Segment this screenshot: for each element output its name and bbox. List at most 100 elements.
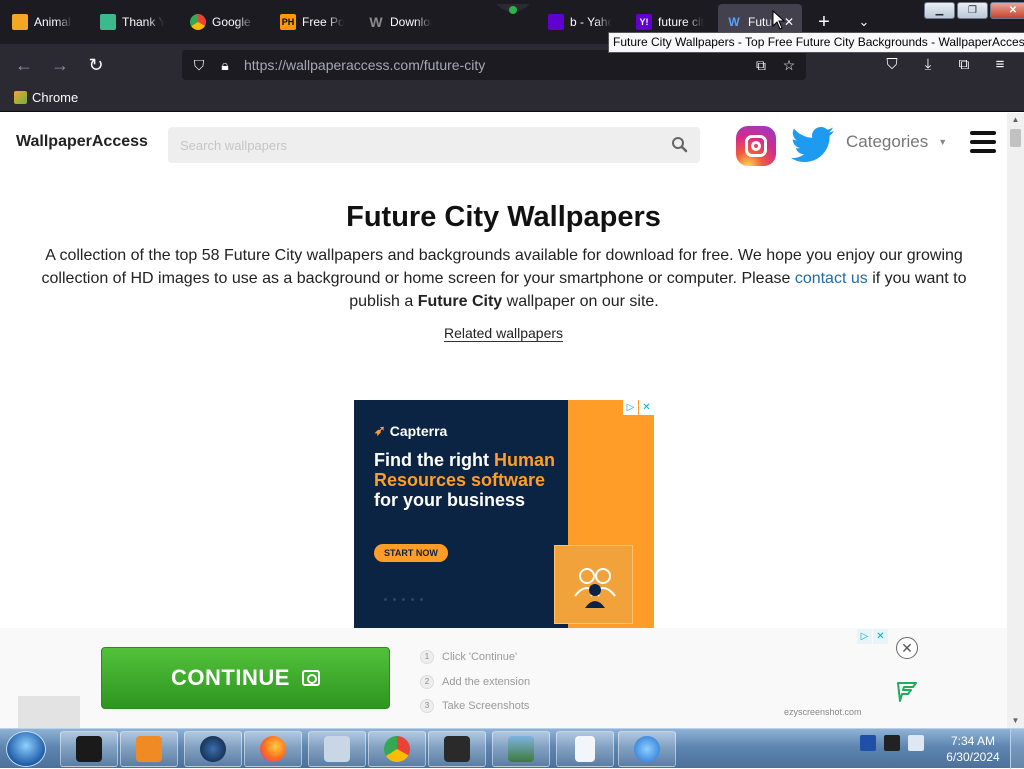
site-search-box[interactable] xyxy=(168,127,700,163)
bookmark-label: Chrome xyxy=(32,90,79,105)
bookmark-star-icon[interactable]: ☆ xyxy=(778,54,800,76)
tab-free[interactable]: PH Free Porn xyxy=(272,4,352,40)
lock-icon[interactable]: 🔒︎ xyxy=(214,54,236,76)
taskbar-app-3[interactable] xyxy=(184,731,242,767)
pocket-icon[interactable]: ⛉ xyxy=(880,53,904,77)
related-wallpapers-link[interactable]: Related wallpapers xyxy=(0,325,1007,342)
yahoo-favicon-icon: Y! xyxy=(636,14,652,30)
ad-choices-icon[interactable]: ▷ xyxy=(623,400,638,415)
ad-close-icon[interactable]: ✕ xyxy=(639,400,654,415)
tab-title: Thank You xyxy=(122,15,164,29)
system-clock[interactable]: 7:34 AM 6/30/2024 xyxy=(940,733,1006,765)
tab-animals[interactable]: Animals xyxy=(4,4,80,40)
continue-button[interactable]: CONTINUE xyxy=(101,647,390,709)
yahoo-favicon-icon xyxy=(548,14,564,30)
ad-start-now-button[interactable]: START NOW xyxy=(374,544,448,562)
taskbar-internet-explorer[interactable] xyxy=(618,731,676,767)
address-bar[interactable]: ⛉ 🔒︎ https://wallpaperaccess.com/future-… xyxy=(182,50,806,80)
url-host: https://wallpaperaccess.com xyxy=(244,57,420,73)
clock-time: 7:34 AM xyxy=(950,734,996,748)
ad-step-label: Click 'Continue' xyxy=(442,651,518,664)
back-arrow-icon[interactable]: ← xyxy=(12,53,36,77)
restore-button[interactable]: ❐ xyxy=(957,2,988,19)
hamburger-menu-icon[interactable] xyxy=(970,131,996,153)
scroll-down-arrow-icon[interactable]: ▼ xyxy=(1007,714,1024,728)
media-player-icon xyxy=(136,736,162,762)
system-tray xyxy=(860,735,924,751)
tab-download[interactable]: W Download xyxy=(360,4,440,40)
ad-steps: 1 Click 'Continue' 2 Add the extension 3 Ta… xyxy=(420,645,530,719)
intro-paragraph: A collection of the top 58 Future City w… xyxy=(34,244,974,313)
start-button[interactable] xyxy=(6,731,46,767)
ad-headline-text: for your business xyxy=(374,490,526,510)
taskbar-notepad[interactable] xyxy=(556,731,614,767)
close-ad-button[interactable]: ✕ xyxy=(896,637,918,659)
globe-icon xyxy=(200,736,226,762)
intro-text: wallpaper on our site. xyxy=(502,293,659,310)
related-label: Related wallpapers xyxy=(443,325,564,342)
search-icon[interactable] xyxy=(670,135,690,155)
tray-volume-icon[interactable] xyxy=(908,735,924,751)
instagram-icon[interactable] xyxy=(736,126,776,166)
taskbar-chrome[interactable] xyxy=(368,731,426,767)
firefox-icon xyxy=(260,736,286,762)
ad-dots xyxy=(384,598,423,601)
ad-step-label: Add the extension xyxy=(442,675,531,688)
url-text: https://wallpaperaccess.com/future-city xyxy=(244,57,485,73)
scroll-thumb[interactable] xyxy=(1010,129,1021,147)
tab-title: Download xyxy=(390,15,432,29)
tab-title: future city xyxy=(658,15,704,29)
ad-close-icon[interactable]: ✕ xyxy=(873,629,888,644)
ad-step: 2 Add the extension xyxy=(420,670,530,695)
reload-icon[interactable]: ↻ xyxy=(84,53,108,77)
sticky-bottom-ad[interactable]: CONTINUE 1 Click 'Continue' 2 Add the exte… xyxy=(0,628,1007,728)
new-tab-button[interactable]: + xyxy=(812,10,836,34)
tab-tooltip: Future City Wallpapers - Top Free Future… xyxy=(608,32,1024,53)
extensions-icon[interactable]: ⧉ xyxy=(952,53,976,77)
show-desktop-button[interactable] xyxy=(1010,729,1024,769)
taskbar-app-1[interactable] xyxy=(60,731,118,767)
taskbar-firefox[interactable] xyxy=(244,731,302,767)
taskbar-photos[interactable] xyxy=(492,731,550,767)
chrome-favicon-icon xyxy=(190,14,206,30)
twitter-icon[interactable] xyxy=(790,125,836,167)
list-tabs-chevron-icon[interactable]: ⌄ xyxy=(852,10,876,34)
forward-arrow-icon[interactable]: → xyxy=(48,53,72,77)
page-title: Future City Wallpapers xyxy=(346,201,661,233)
contact-us-link[interactable]: contact us xyxy=(795,270,868,287)
shield-icon[interactable]: ⛉ xyxy=(188,54,210,76)
categories-dropdown[interactable]: Categories ▼ xyxy=(846,132,947,152)
close-window-button[interactable]: ✕ xyxy=(990,2,1024,19)
taskbar-media-player[interactable] xyxy=(120,731,178,767)
taskbar-app-5[interactable] xyxy=(308,731,366,767)
app-icon xyxy=(76,736,102,762)
capterra-ad[interactable]: ▷ ✕ ➶ Capterra Find the right Human Reso… xyxy=(354,400,654,628)
ad-headline: Find the right Human Resources software … xyxy=(374,450,564,510)
internet-explorer-icon xyxy=(634,736,660,762)
tray-flag-icon[interactable] xyxy=(860,735,876,751)
ad-choices-icon[interactable]: ▷ xyxy=(857,629,872,644)
ad-choices[interactable]: ▷ ✕ xyxy=(623,400,654,415)
scroll-up-arrow-icon[interactable]: ▲ xyxy=(1007,113,1024,127)
intro-bold-text: Future City xyxy=(417,293,503,310)
bookmark-chrome[interactable]: Chrome xyxy=(14,90,78,105)
ad-side-panel xyxy=(18,696,80,728)
picture-in-picture-icon[interactable]: ⧉ xyxy=(750,54,772,76)
page-scrollbar[interactable]: ▲ ▼ xyxy=(1007,113,1024,728)
minimize-button[interactable]: ▁ xyxy=(924,2,955,19)
ad-brand-label: Capterra xyxy=(389,422,448,439)
site-logo[interactable]: WallpaperAccess xyxy=(16,133,148,151)
clock-date: 6/30/2024 xyxy=(946,750,1000,764)
menu-icon[interactable]: ≡ xyxy=(988,53,1012,77)
notch-icon xyxy=(496,4,530,14)
animals-favicon-icon xyxy=(12,14,28,30)
tab-google[interactable]: Google Chrome xyxy=(182,4,262,40)
tray-monitor-icon[interactable] xyxy=(884,735,900,751)
capterra-arrow-icon: ➶ xyxy=(374,422,386,438)
taskbar-app-7[interactable] xyxy=(428,731,486,767)
search-input[interactable] xyxy=(180,135,660,155)
ad-choices[interactable]: ▷ ✕ xyxy=(857,629,888,644)
tab-thank-you[interactable]: Thank You xyxy=(92,4,172,40)
download-icon[interactable]: ⤓ xyxy=(916,53,940,77)
caret-down-icon: ▼ xyxy=(938,137,948,147)
